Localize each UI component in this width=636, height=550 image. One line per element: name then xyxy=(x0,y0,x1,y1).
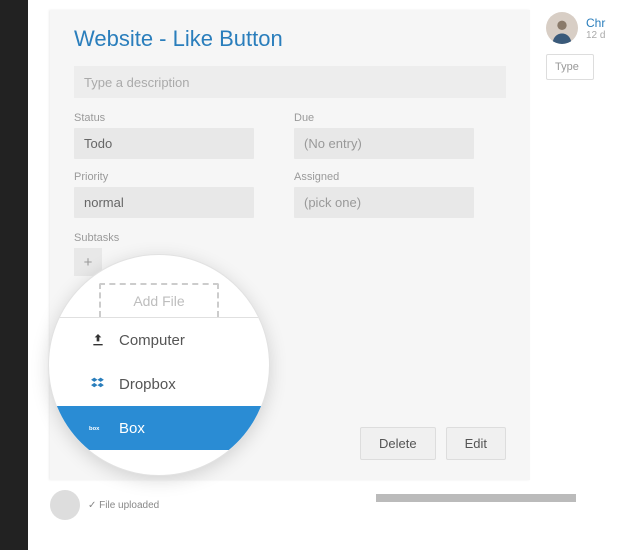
activity-user-name: Chr xyxy=(586,16,605,30)
menu-item-label: Computer xyxy=(119,332,185,349)
status-label: Status xyxy=(74,112,254,124)
due-label: Due xyxy=(294,112,474,124)
activity-user-row: Chr 12 d xyxy=(546,12,636,44)
subtasks-label: Subtasks xyxy=(74,232,506,244)
priority-value[interactable]: normal xyxy=(74,187,254,218)
file-source-menu: Computer Dropbox box Box xyxy=(49,317,269,450)
left-nav-strip xyxy=(0,0,28,550)
box-icon: box xyxy=(89,419,107,437)
dropbox-icon xyxy=(89,375,107,393)
status-value[interactable]: Todo xyxy=(74,128,254,159)
menu-item-dropbox[interactable]: Dropbox xyxy=(49,362,269,406)
due-value[interactable]: (No entry) xyxy=(294,128,474,159)
zoom-highlight-circle: Add File Computer Dropbox box Box xyxy=(48,254,270,476)
task-title[interactable]: Website - Like Button xyxy=(74,26,506,52)
avatar xyxy=(546,12,578,44)
upload-icon xyxy=(89,331,107,349)
activity-user-time: 12 d xyxy=(586,30,605,41)
type-input[interactable]: Type xyxy=(546,54,594,80)
file-uploaded-status: ✓ File uploaded xyxy=(88,500,159,511)
avatar xyxy=(50,490,80,520)
menu-item-label: Box xyxy=(119,420,145,437)
bottom-activity: ✓ File uploaded xyxy=(50,490,159,520)
menu-item-label: Dropbox xyxy=(119,376,176,393)
delete-button[interactable]: Delete xyxy=(360,427,436,460)
assigned-value[interactable]: (pick one) xyxy=(294,187,474,218)
bottom-bar xyxy=(376,494,576,502)
svg-text:box: box xyxy=(89,426,100,432)
activity-sidebar: Chr 12 d Type xyxy=(546,12,636,80)
add-file-dropzone[interactable]: Add File xyxy=(99,283,219,317)
priority-label: Priority xyxy=(74,171,254,183)
menu-item-box[interactable]: box Box xyxy=(49,406,269,450)
edit-button[interactable]: Edit xyxy=(446,427,506,460)
menu-item-computer[interactable]: Computer xyxy=(49,318,269,362)
assigned-label: Assigned xyxy=(294,171,474,183)
description-input[interactable] xyxy=(74,66,506,98)
